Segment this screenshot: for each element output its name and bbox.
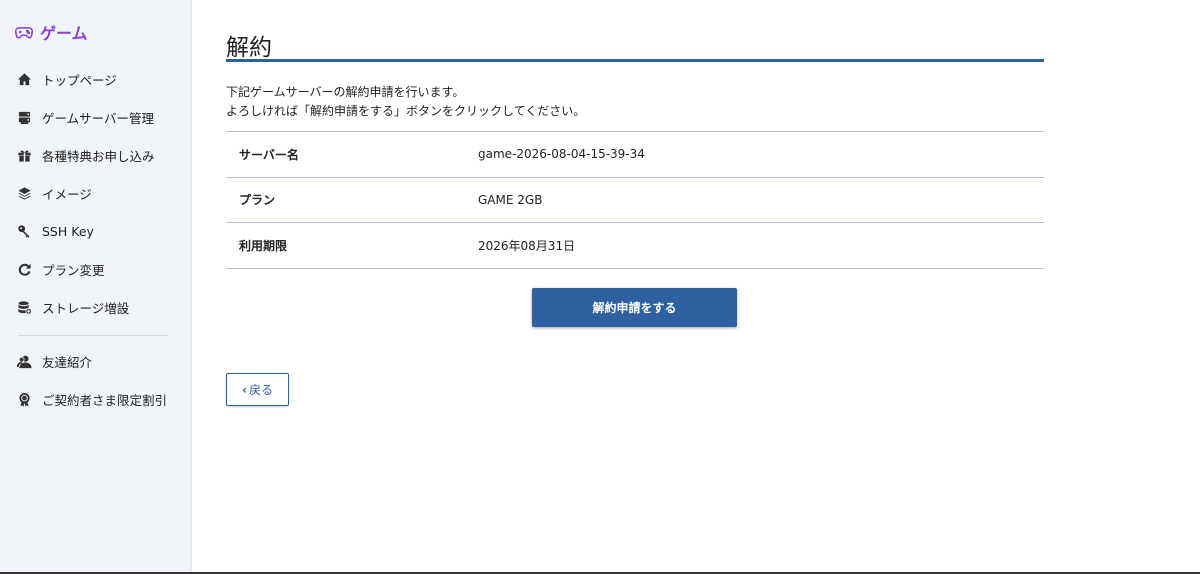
row-label: プラン (239, 193, 276, 208)
key-icon (16, 223, 32, 239)
table-row: 利用期限 2026年08月31日 (226, 223, 1044, 269)
table-row: プラン GAME 2GB (226, 178, 1044, 223)
sidebar-item-storage[interactable]: ストレージ増設 (16, 296, 129, 318)
sidebar-item-ssh-key[interactable]: SSH Key (16, 220, 94, 242)
row-label: サーバー名 (239, 147, 299, 162)
brand-label: ゲーム (40, 24, 88, 43)
sidebar-item-label: ご契約者さま限定割引 (42, 392, 168, 408)
home-icon (16, 71, 32, 87)
server-info-table: サーバー名 game-2026-08-04-15-39-34 プラン GAME … (226, 131, 1044, 269)
sidebar-item-plan-change[interactable]: プラン変更 (16, 258, 105, 280)
refresh-icon (16, 261, 32, 277)
badge-icon (16, 391, 32, 407)
row-label: 利用期限 (239, 238, 288, 253)
table-row: サーバー名 game-2026-08-04-15-39-34 (226, 132, 1044, 178)
sidebar-item-label: 友達紹介 (42, 354, 93, 370)
brand-logo[interactable]: ゲーム (14, 20, 88, 44)
back-button[interactable]: ‹ 戻る (226, 373, 289, 406)
sidebar: ゲーム トップページ ゲームサーバー管理 各種特典お申し込み イメージ SSH … (0, 0, 192, 572)
sidebar-item-label: ゲームサーバー管理 (42, 110, 155, 126)
sidebar-item-label: SSH Key (42, 223, 94, 239)
sidebar-item-referral[interactable]: 友達紹介 (16, 350, 92, 372)
sidebar-item-label: トップページ (42, 72, 117, 88)
sidebar-item-label: プラン変更 (42, 262, 105, 278)
sidebar-item-label: 各種特典お申し込み (42, 148, 155, 164)
description-line-1: 下記ゲームサーバーの解約申請を行います。 (226, 85, 465, 99)
row-value: game-2026-08-04-15-39-34 (478, 147, 645, 162)
back-button-label: 戻る (248, 383, 273, 397)
sidebar-item-benefits[interactable]: 各種特典お申し込み (16, 144, 155, 166)
row-value: GAME 2GB (478, 192, 543, 207)
gift-icon (16, 147, 32, 163)
chevron-left-icon: ‹ (242, 382, 247, 397)
gamepad-icon (14, 27, 34, 39)
submit-cancellation-button[interactable]: 解約申請をする (532, 288, 737, 327)
users-icon (16, 353, 32, 369)
storage-icon (16, 299, 32, 315)
server-icon (16, 109, 32, 125)
sidebar-divider (18, 335, 168, 336)
sidebar-item-game-server[interactable]: ゲームサーバー管理 (16, 106, 154, 128)
sidebar-item-label: イメージ (42, 186, 92, 202)
description-line-2: よろしければ「解約申請をする」ボタンをクリックしてください。 (226, 104, 586, 118)
sidebar-item-member-discount[interactable]: ご契約者さま限定割引 (16, 388, 167, 410)
row-value: 2026年08月31日 (478, 238, 576, 253)
layers-icon (16, 185, 32, 201)
title-underline (226, 59, 1044, 62)
page-title: 解約 (226, 35, 272, 61)
sidebar-item-image[interactable]: イメージ (16, 182, 92, 204)
sidebar-item-top[interactable]: トップページ (16, 68, 117, 90)
sidebar-item-label: ストレージ増設 (42, 300, 130, 316)
